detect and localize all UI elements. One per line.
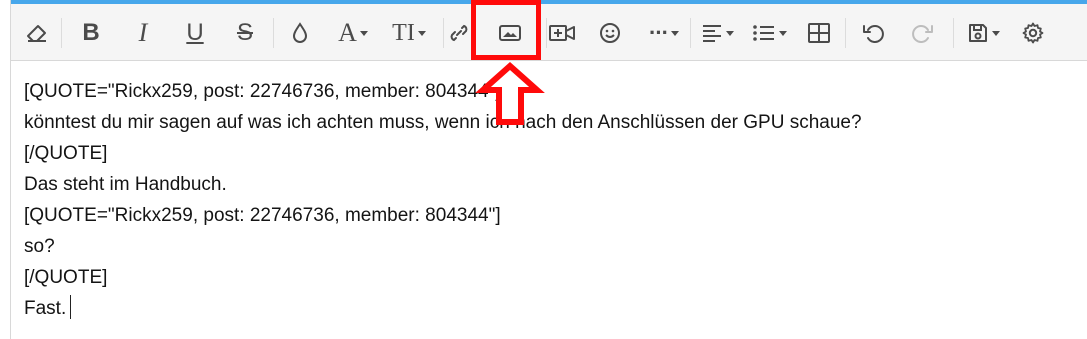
toolbar-separator xyxy=(690,18,691,48)
drafts-button[interactable] xyxy=(961,14,1005,52)
chevron-down-icon xyxy=(725,30,734,36)
smiley-icon xyxy=(598,21,622,45)
table-icon xyxy=(807,22,831,44)
align-button[interactable] xyxy=(697,14,737,52)
strikethrough-icon: S xyxy=(236,19,253,46)
undo-button[interactable] xyxy=(859,14,887,52)
video-plus-icon xyxy=(548,21,576,45)
insert-smilie-button[interactable] xyxy=(597,14,623,52)
insert-table-button[interactable] xyxy=(805,14,833,52)
italic-button[interactable]: I xyxy=(129,14,157,52)
highlight-box xyxy=(471,0,541,60)
save-icon xyxy=(967,22,989,44)
bold-icon: B xyxy=(82,19,100,46)
editor-toolbar: B I U S A TI ··· xyxy=(11,4,1087,61)
link-icon xyxy=(447,21,471,45)
font-icon: A xyxy=(338,18,357,47)
toolbar-separator xyxy=(845,18,846,48)
toolbar-separator xyxy=(953,18,954,48)
highlight-arrow-icon xyxy=(475,61,545,125)
list-icon xyxy=(752,23,776,43)
text-line: [/QUOTE] xyxy=(24,143,108,164)
list-button[interactable] xyxy=(747,14,791,52)
chevron-down-icon xyxy=(991,30,1000,36)
bold-button[interactable]: B xyxy=(77,14,105,52)
gear-icon xyxy=(1021,21,1045,45)
italic-icon: I xyxy=(138,18,148,47)
toolbar-separator xyxy=(443,18,444,48)
text-line-last: Fast. xyxy=(24,293,1077,324)
text-line: [QUOTE="Rickx259, post: 22746736, member… xyxy=(24,205,501,226)
text-size-icon: TI xyxy=(392,20,415,46)
strikethrough-button[interactable]: S xyxy=(231,14,259,52)
more-options-button[interactable]: ··· xyxy=(643,14,685,52)
insert-media-button[interactable] xyxy=(547,14,577,52)
text-line: [QUOTE="Rickx259, post: 22746736, member… xyxy=(24,81,501,102)
text-line: Das steht im Handbuch. xyxy=(24,174,227,195)
redo-button[interactable] xyxy=(909,14,937,52)
settings-button[interactable] xyxy=(1019,14,1047,52)
remove-formatting-button[interactable] xyxy=(23,14,51,52)
chevron-down-icon xyxy=(670,30,679,36)
chevron-down-icon xyxy=(359,30,368,36)
font-family-button[interactable]: A xyxy=(331,14,375,52)
chevron-down-icon xyxy=(417,30,426,36)
text-color-button[interactable] xyxy=(287,14,313,52)
redo-icon xyxy=(911,21,935,45)
text-line: [/QUOTE] xyxy=(24,267,108,288)
undo-icon xyxy=(861,21,885,45)
droplet-icon xyxy=(289,21,311,45)
toolbar-separator xyxy=(273,18,274,48)
align-left-icon xyxy=(701,23,723,43)
message-editor: B I U S A TI ··· [QUOTE="Rickx259, post:… xyxy=(10,0,1087,339)
ellipsis-icon: ··· xyxy=(649,20,669,45)
insert-link-button[interactable] xyxy=(445,14,473,52)
font-size-button[interactable]: TI xyxy=(383,14,435,52)
text-line: so? xyxy=(24,236,55,257)
eraser-icon xyxy=(25,21,49,45)
toolbar-separator xyxy=(61,18,62,48)
text-line: könntest du mir sagen auf was ich achten… xyxy=(24,112,862,133)
text-cursor xyxy=(70,295,72,319)
chevron-down-icon xyxy=(778,30,787,36)
underline-icon: U xyxy=(186,19,204,46)
text-line: Fast. xyxy=(24,298,67,319)
underline-button[interactable]: U xyxy=(181,14,209,52)
editor-content[interactable]: [QUOTE="Rickx259, post: 22746736, member… xyxy=(24,76,1077,324)
